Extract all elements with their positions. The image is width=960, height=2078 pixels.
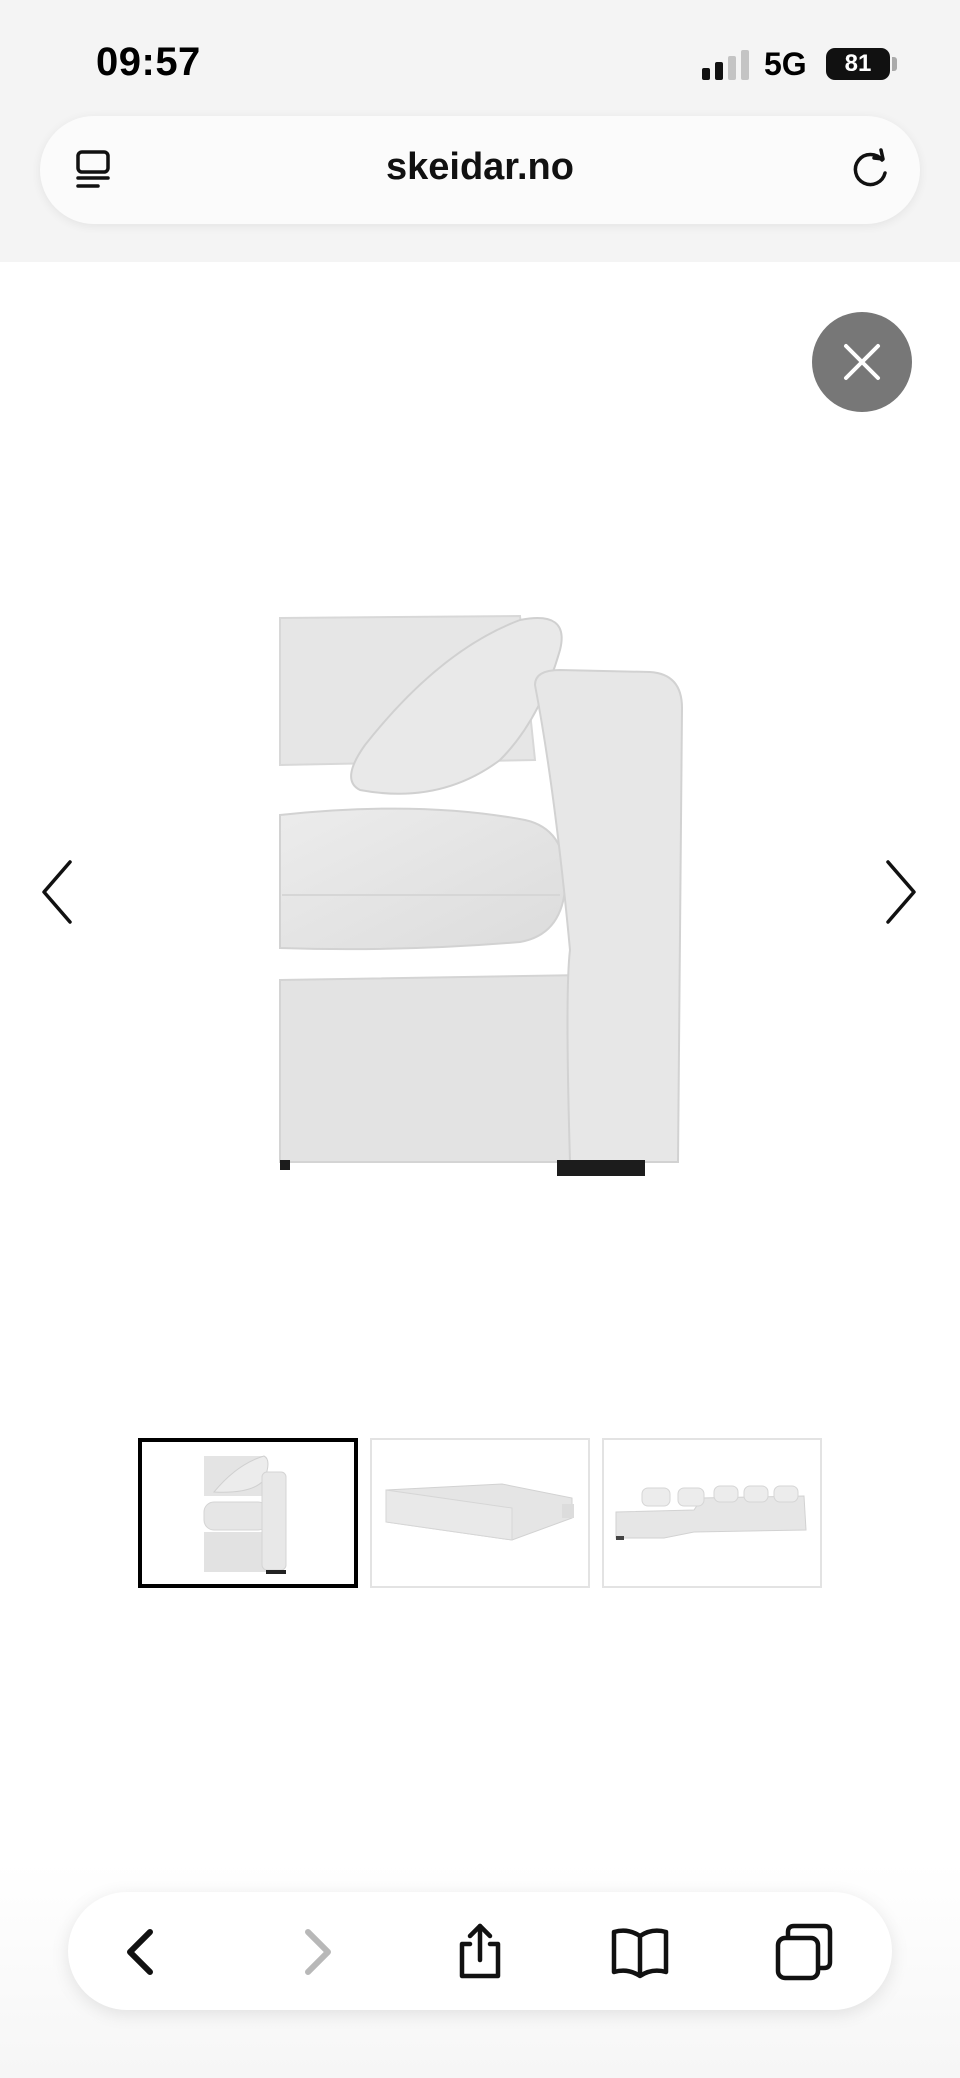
- sofa-back-thumbnail: [385, 1483, 574, 1541]
- thumbnail-2[interactable]: [370, 1438, 590, 1588]
- close-icon: [844, 344, 880, 380]
- battery-cap: [892, 57, 897, 71]
- thumbnail-3[interactable]: [602, 1438, 822, 1588]
- previous-image-button[interactable]: [38, 858, 78, 926]
- browser-top-area: 09:57 5G 81 skeidar.no: [0, 0, 960, 262]
- battery-icon: 81: [826, 48, 890, 80]
- signal-strength-icon: [702, 50, 750, 80]
- corner-sofa-full-thumbnail: [615, 1485, 807, 1540]
- forward-icon[interactable]: [286, 1922, 346, 1982]
- tabs-icon[interactable]: [774, 1922, 834, 1982]
- next-image-button[interactable]: [880, 858, 920, 926]
- chevron-right-icon: [886, 860, 916, 924]
- battery-level: 81: [844, 50, 872, 77]
- sofa-corner-thumbnail: [203, 1455, 287, 1574]
- status-bar: 09:57 5G 81: [0, 0, 960, 110]
- url-domain[interactable]: skeidar.no: [40, 146, 920, 189]
- chevron-left-icon: [42, 860, 72, 924]
- back-icon[interactable]: [112, 1922, 172, 1982]
- address-bar[interactable]: skeidar.no: [40, 116, 920, 224]
- reload-icon[interactable]: [846, 146, 894, 194]
- browser-toolbar: [68, 1892, 892, 2010]
- thumbnail-1[interactable]: [138, 1438, 358, 1588]
- status-time: 09:57: [96, 40, 201, 84]
- network-type: 5G: [764, 46, 807, 82]
- product-main-image: [279, 614, 684, 1176]
- share-icon[interactable]: [450, 1922, 510, 1982]
- bookmarks-icon[interactable]: [610, 1922, 670, 1982]
- close-button[interactable]: [812, 312, 912, 412]
- thumbnail-strip: [138, 1438, 822, 1588]
